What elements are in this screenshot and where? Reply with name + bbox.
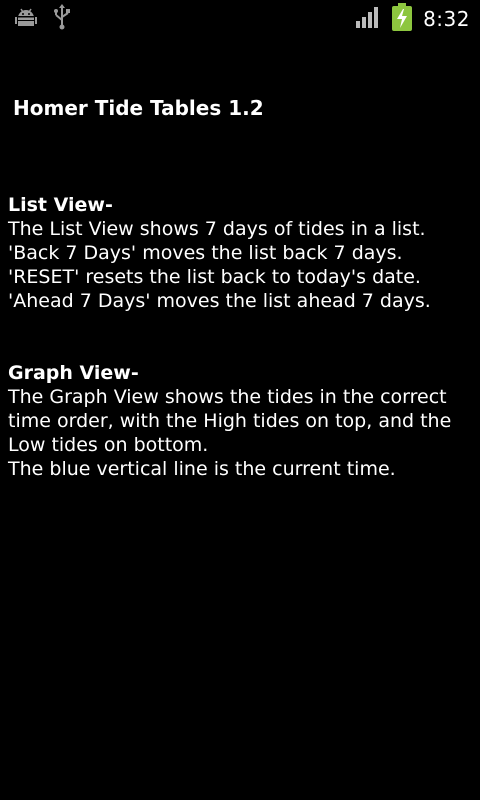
notification-icons bbox=[14, 4, 72, 34]
help-line: The blue vertical line is the current ti… bbox=[8, 458, 396, 480]
signal-icon bbox=[355, 5, 381, 33]
graph-view-heading: Graph View- bbox=[8, 362, 139, 384]
help-line: time order, with the High tides on top, … bbox=[8, 410, 452, 432]
app-title: Homer Tide Tables 1.2 bbox=[13, 96, 264, 120]
help-line: The Graph View shows the tides in the co… bbox=[8, 386, 447, 408]
help-line: 'RESET' resets the list back to today's … bbox=[8, 266, 421, 288]
usb-icon bbox=[52, 4, 72, 34]
help-line: 'Back 7 Days' moves the list back 7 days… bbox=[8, 242, 403, 264]
status-bar: 8:32 bbox=[0, 0, 480, 38]
clock: 8:32 bbox=[423, 7, 470, 31]
graph-view-help: Graph View- The Graph View shows the tid… bbox=[8, 361, 472, 481]
help-line: Low tides on bottom. bbox=[8, 434, 209, 456]
android-debug-icon bbox=[14, 5, 38, 33]
list-view-help: List View- The List View shows 7 days of… bbox=[8, 193, 472, 313]
help-line: 'Ahead 7 Days' moves the list ahead 7 da… bbox=[8, 290, 431, 312]
battery-charging-icon bbox=[391, 3, 413, 35]
help-line: The List View shows 7 days of tides in a… bbox=[8, 218, 426, 240]
system-icons: 8:32 bbox=[355, 3, 470, 35]
list-view-heading: List View- bbox=[8, 194, 113, 216]
